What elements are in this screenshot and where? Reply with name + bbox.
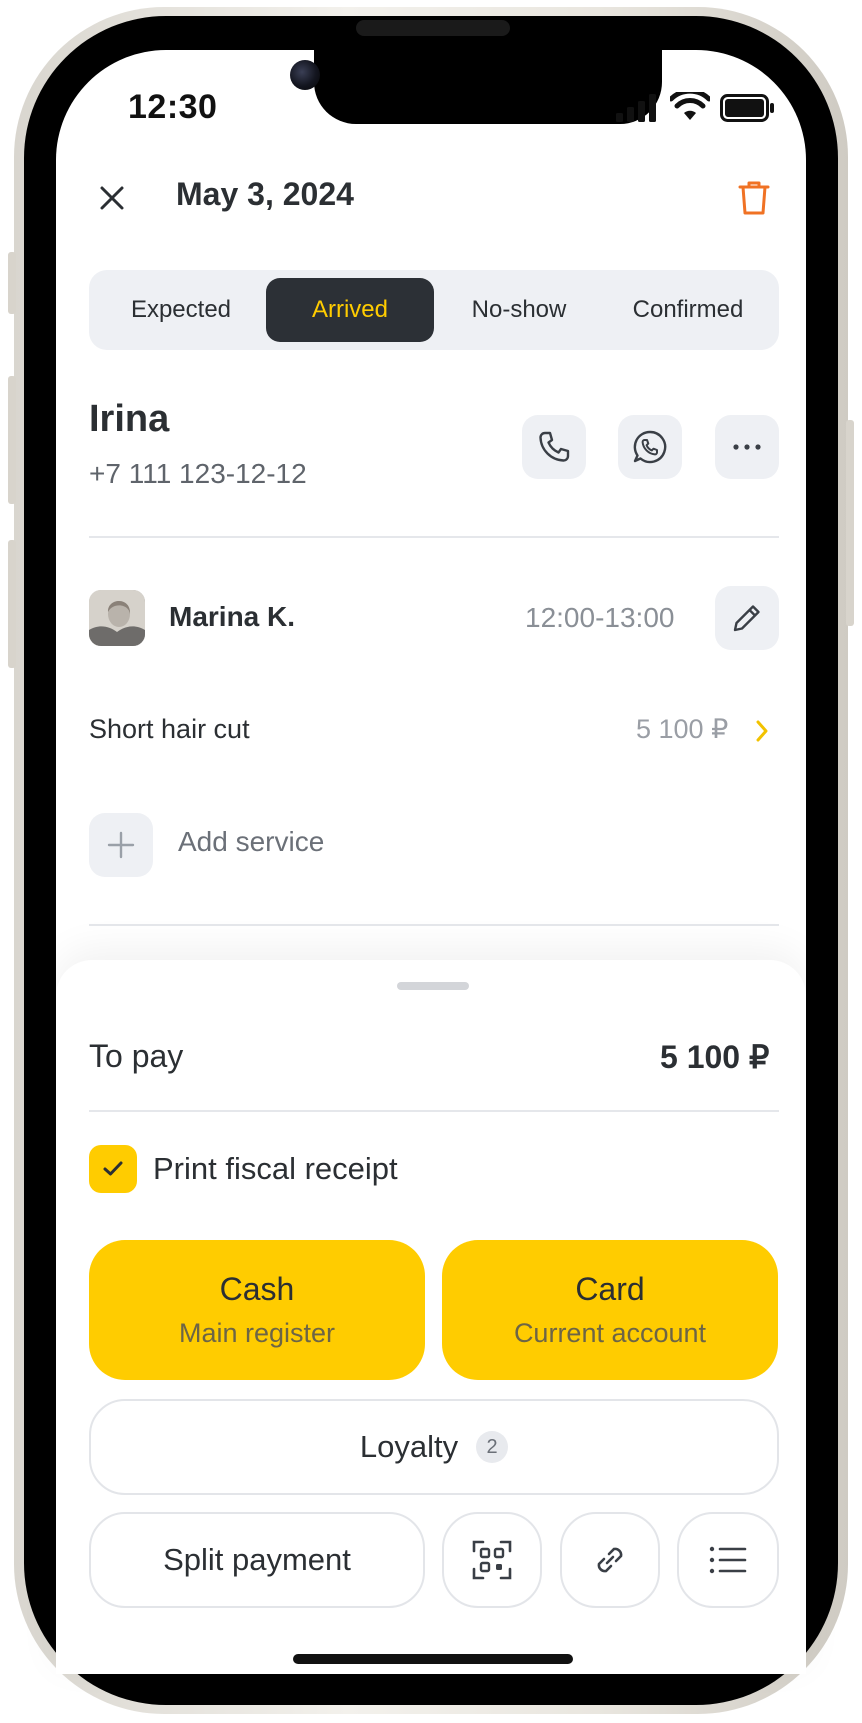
trash-icon	[738, 181, 770, 215]
status-time: 12:30	[128, 88, 218, 126]
call-button[interactable]	[522, 415, 586, 479]
divider	[89, 1110, 779, 1112]
plus-icon	[107, 831, 135, 859]
notch	[314, 50, 662, 124]
signal-icon	[616, 94, 660, 127]
divider	[89, 924, 779, 926]
pencil-icon	[733, 605, 760, 632]
loyalty-button[interactable]: Loyalty 2	[89, 1399, 779, 1495]
add-service-label[interactable]: Add service	[178, 826, 324, 858]
qr-code-button[interactable]	[442, 1512, 542, 1608]
divider	[89, 536, 779, 538]
battery-icon	[720, 94, 776, 127]
tab-expected[interactable]: Expected	[97, 278, 265, 342]
tab-arrived[interactable]: Arrived	[266, 278, 434, 342]
card-button[interactable]: Card Current account	[442, 1240, 778, 1380]
home-indicator[interactable]	[293, 1654, 573, 1664]
qr-code-icon	[472, 1540, 512, 1580]
client-name: Irina	[89, 398, 170, 440]
client-phone: +7 111 123-12-12	[89, 458, 307, 489]
more-icon	[733, 444, 761, 450]
sheet-handle[interactable]	[397, 982, 469, 990]
silent-switch	[8, 252, 16, 314]
fiscal-receipt-label[interactable]: Print fiscal receipt	[153, 1151, 398, 1187]
card-title: Card	[575, 1271, 645, 1307]
cash-subtitle: Main register	[178, 1318, 336, 1348]
loyalty-label: Loyalty	[359, 1429, 459, 1464]
close-icon	[100, 186, 124, 210]
to-pay-label: To pay	[89, 1038, 184, 1074]
link-icon	[597, 1547, 623, 1573]
delete-button[interactable]	[734, 178, 774, 218]
tab-no-show[interactable]: No-show	[435, 278, 603, 342]
edit-button[interactable]	[715, 586, 779, 650]
whatsapp-icon	[633, 430, 667, 464]
whatsapp-button[interactable]	[618, 415, 682, 479]
front-camera	[290, 60, 320, 90]
speaker-grille	[356, 20, 510, 36]
page-title: May 3, 2024	[176, 176, 354, 212]
service-name: Short hair cut	[89, 714, 250, 744]
add-service-button[interactable]	[89, 813, 153, 877]
split-payment-button[interactable]: Split payment	[89, 1512, 425, 1608]
close-button[interactable]	[92, 178, 132, 218]
avatar	[89, 590, 145, 646]
service-price: 5 100 ₽	[636, 714, 729, 744]
cash-title: Cash	[219, 1271, 295, 1307]
split-payment-label: Split payment	[163, 1542, 351, 1577]
payment-link-button[interactable]	[560, 1512, 660, 1608]
chevron-right-icon	[752, 718, 772, 749]
payment-list-button[interactable]	[677, 1512, 779, 1608]
loyalty-count-badge: 2	[476, 1431, 509, 1463]
to-pay-value: 5 100 ₽	[660, 1039, 770, 1075]
tab-confirmed[interactable]: Confirmed	[604, 278, 772, 342]
master-name: Marina K.	[169, 601, 296, 632]
fiscal-receipt-checkbox[interactable]	[89, 1145, 137, 1193]
wifi-icon	[668, 88, 712, 127]
list-icon	[709, 1546, 747, 1574]
appointment-time: 12:00-13:00	[525, 602, 675, 633]
cash-button[interactable]: Cash Main register	[89, 1240, 425, 1380]
power-button	[846, 420, 854, 626]
volume-down-button	[8, 540, 16, 668]
card-subtitle: Current account	[513, 1318, 707, 1348]
volume-up-button	[8, 376, 16, 504]
phone-icon	[539, 431, 570, 462]
more-button[interactable]	[715, 415, 779, 479]
check-icon	[103, 1161, 123, 1176]
